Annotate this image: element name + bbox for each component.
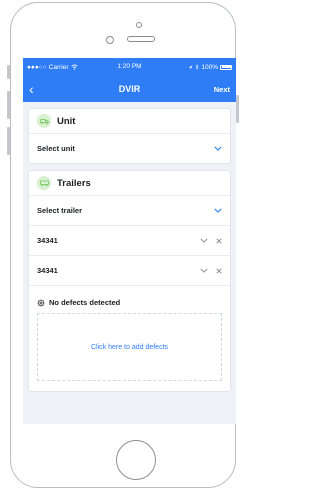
select-unit-label: Select unit bbox=[37, 144, 75, 153]
trailers-card-header: Trailers bbox=[29, 171, 230, 196]
page-title: DVIR bbox=[118, 84, 141, 94]
navigation-bar: ‹ DVIR Next bbox=[23, 76, 236, 102]
trailer-id: 34341 bbox=[37, 236, 58, 245]
earpiece-speaker bbox=[127, 36, 155, 42]
app-screen: ●●●○○ Carrier 1:20 PM 100% ‹ DVIR Next U… bbox=[23, 58, 236, 424]
truck-icon bbox=[37, 114, 51, 128]
unit-card: Unit Select unit bbox=[28, 108, 231, 164]
defects-status: No defects detected bbox=[49, 298, 121, 307]
chevron-down-icon[interactable] bbox=[214, 208, 222, 213]
back-chevron-icon[interactable]: ‹ bbox=[29, 82, 43, 96]
mute-switch bbox=[7, 65, 10, 79]
trailer-row[interactable]: 34341 bbox=[29, 256, 230, 286]
next-button[interactable]: Next bbox=[214, 85, 230, 94]
select-unit-dropdown[interactable]: Select unit bbox=[29, 134, 230, 163]
chevron-down-icon[interactable] bbox=[200, 268, 208, 273]
status-bar: ●●●○○ Carrier 1:20 PM 100% bbox=[23, 58, 236, 76]
chevron-down-icon[interactable] bbox=[200, 238, 208, 243]
gear-icon bbox=[37, 298, 45, 307]
trailers-card-title: Trailers bbox=[57, 177, 91, 189]
power-button bbox=[236, 95, 239, 123]
trailers-card: Trailers Select trailer 34341 34341 No d… bbox=[28, 170, 231, 392]
battery-icon bbox=[220, 64, 232, 70]
close-icon[interactable] bbox=[216, 267, 222, 274]
select-trailer-dropdown[interactable]: Select trailer bbox=[29, 196, 230, 226]
unit-card-header: Unit bbox=[29, 109, 230, 134]
select-trailer-label: Select trailer bbox=[37, 206, 83, 215]
front-camera bbox=[136, 22, 142, 28]
volume-down-button bbox=[7, 127, 10, 155]
trailer-icon bbox=[37, 176, 51, 190]
add-defects-label: Click here to add defects bbox=[90, 343, 169, 351]
defects-header: No defects detected bbox=[37, 298, 222, 307]
unit-card-title: Unit bbox=[57, 115, 76, 127]
defects-section: No defects detected Click here to add de… bbox=[29, 286, 230, 391]
volume-up-button bbox=[7, 91, 10, 119]
add-defects-button[interactable]: Click here to add defects bbox=[37, 313, 222, 381]
sensor-dot bbox=[106, 36, 114, 44]
home-button[interactable] bbox=[116, 440, 156, 480]
status-time: 1:20 PM bbox=[117, 63, 142, 70]
trailer-row[interactable]: 34341 bbox=[29, 226, 230, 256]
chevron-down-icon[interactable] bbox=[214, 146, 222, 151]
close-icon[interactable] bbox=[216, 237, 222, 244]
trailer-id: 34341 bbox=[37, 266, 58, 275]
